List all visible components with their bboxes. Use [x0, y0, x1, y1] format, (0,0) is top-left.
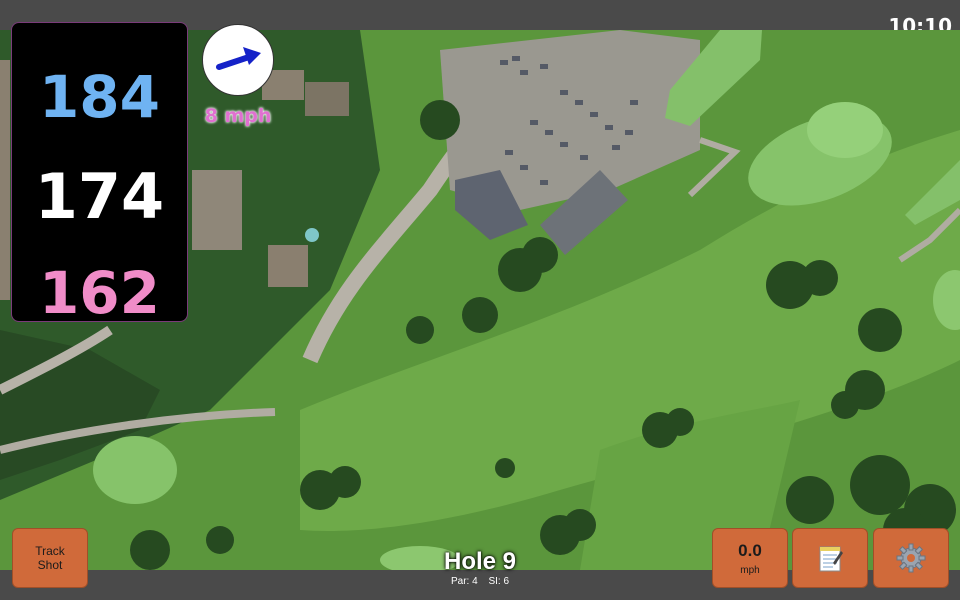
settings-button[interactable] [873, 528, 949, 588]
hole-title: Hole 9 [443, 548, 517, 575]
wind-speed-button[interactable]: 0.0 mph [712, 528, 788, 588]
notes-button[interactable] [792, 528, 868, 588]
notepad-icon [819, 546, 843, 572]
wind-speed: 8 mph [204, 105, 272, 127]
track-shot-label-line1: Track [35, 544, 65, 558]
hole-par: Par: 4 [450, 576, 478, 587]
wind-indicator [202, 24, 274, 96]
hole-si: SI: 6 [488, 576, 510, 587]
gear-icon [896, 543, 926, 573]
arrow-icon [216, 47, 261, 70]
track-shot-label-line2: Shot [37, 558, 63, 572]
distance-panel: 184 174 162 [11, 22, 188, 327]
back-distance: 184 [38, 63, 161, 131]
hole-info: Par: 4 SI: 6 [380, 576, 580, 587]
wind-speed-unit: mph [740, 564, 760, 576]
track-shot-button[interactable]: Track Shot [12, 528, 88, 588]
wind-speed-value: 0.0 [738, 540, 762, 560]
center-distance: 174 [34, 160, 165, 233]
front-distance: 162 [38, 259, 161, 327]
